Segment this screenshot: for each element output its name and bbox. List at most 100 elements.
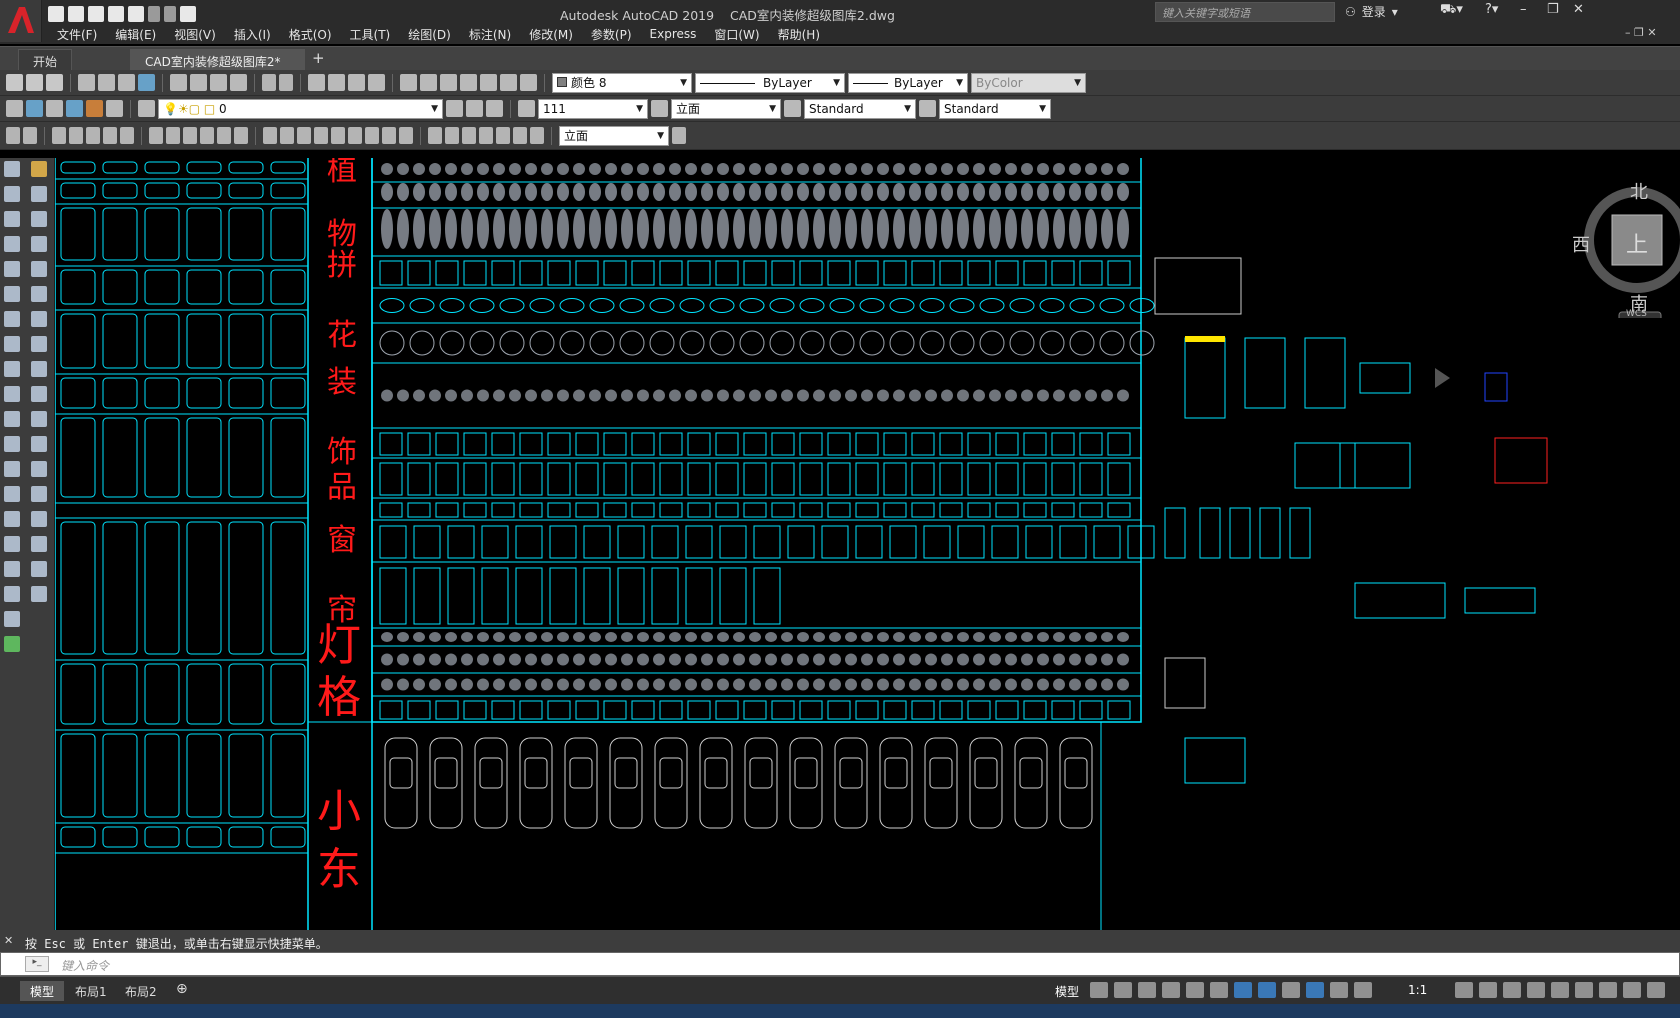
isolate-objects-icon[interactable] bbox=[1575, 982, 1593, 998]
command-line[interactable]: ▸_ 键入命令 bbox=[0, 952, 1680, 976]
restore-button[interactable]: ❐ bbox=[1547, 2, 1559, 17]
object-snap-tracking-icon[interactable] bbox=[1234, 982, 1252, 998]
trim-icon[interactable] bbox=[86, 127, 100, 144]
mirror-object-icon[interactable] bbox=[31, 211, 47, 227]
layer-previous-icon[interactable] bbox=[466, 100, 483, 117]
extend-object-icon[interactable] bbox=[31, 411, 47, 427]
units-icon[interactable] bbox=[1503, 982, 1521, 998]
zoom-window-icon[interactable] bbox=[348, 74, 365, 91]
quick-dim-icon[interactable] bbox=[263, 127, 277, 144]
layer-combo[interactable]: 💡☀▢ □ 0 ▼ bbox=[158, 98, 443, 119]
workspace-icon[interactable] bbox=[180, 6, 196, 22]
join-icon[interactable] bbox=[31, 486, 47, 502]
ellipse-arc-icon[interactable] bbox=[4, 411, 20, 427]
hatch-icon[interactable] bbox=[4, 511, 20, 527]
annotation-monitor-icon[interactable] bbox=[1479, 982, 1497, 998]
sheet-set-icon[interactable] bbox=[460, 74, 477, 91]
tab-layout1[interactable]: 布局1 bbox=[65, 981, 117, 1001]
visual-style-icon[interactable] bbox=[46, 100, 63, 117]
help-icon[interactable] bbox=[520, 74, 537, 91]
point-icon[interactable] bbox=[234, 127, 248, 144]
polygon-icon[interactable] bbox=[4, 236, 20, 252]
car-icon[interactable] bbox=[217, 127, 231, 144]
lineweight-icon[interactable] bbox=[1282, 982, 1300, 998]
preview-icon[interactable] bbox=[98, 74, 115, 91]
publish-icon[interactable] bbox=[118, 74, 135, 91]
rectangle-icon[interactable] bbox=[4, 261, 20, 277]
polar-icon[interactable] bbox=[1186, 982, 1204, 998]
break-icon[interactable] bbox=[120, 127, 134, 144]
tab-start[interactable]: 开始 bbox=[18, 49, 73, 71]
viewcube[interactable]: 北 南 西 东 上 WCS bbox=[1572, 178, 1680, 319]
paste-icon[interactable] bbox=[210, 74, 227, 91]
customize-icon[interactable] bbox=[1647, 982, 1665, 998]
circle-icon[interactable] bbox=[4, 311, 20, 327]
layer-state-icon[interactable] bbox=[486, 100, 503, 117]
tab-model[interactable]: 模型 bbox=[20, 981, 65, 1001]
menu-help[interactable]: 帮助(H) bbox=[769, 26, 829, 43]
gradient-icon[interactable] bbox=[4, 536, 20, 552]
help-icon[interactable]: ?▾ bbox=[1485, 2, 1498, 17]
line-icon[interactable] bbox=[52, 127, 66, 144]
layer-properties-icon[interactable] bbox=[6, 100, 23, 117]
close-button[interactable]: ✕ bbox=[1573, 2, 1584, 17]
chamfer-icon[interactable] bbox=[31, 511, 47, 527]
jog-line-icon[interactable] bbox=[479, 127, 493, 144]
markup-icon[interactable] bbox=[480, 74, 497, 91]
menu-window[interactable]: 窗口(W) bbox=[705, 26, 768, 43]
calculator-icon[interactable] bbox=[500, 74, 517, 91]
dim-style-combo[interactable]: Standard ▼ bbox=[939, 98, 1051, 119]
material-icon[interactable] bbox=[66, 100, 83, 117]
annotation-scale-icon[interactable] bbox=[1354, 982, 1372, 998]
xline-icon[interactable] bbox=[69, 127, 83, 144]
light-icon[interactable] bbox=[86, 100, 103, 117]
insert-block-icon[interactable] bbox=[4, 436, 20, 452]
annotation-scale-value[interactable]: 1:1 bbox=[1408, 983, 1427, 997]
plot-icon[interactable] bbox=[128, 6, 144, 22]
break-at-point-icon[interactable] bbox=[31, 436, 47, 452]
save-as-icon[interactable] bbox=[108, 6, 124, 22]
polyline-icon[interactable] bbox=[4, 211, 20, 227]
ordinate-icon[interactable] bbox=[331, 127, 345, 144]
compass-west[interactable]: 西 bbox=[1572, 231, 1590, 257]
save-icon[interactable] bbox=[46, 74, 63, 91]
cut-icon[interactable] bbox=[170, 74, 187, 91]
layer-manager-icon[interactable] bbox=[138, 100, 155, 117]
properties-icon[interactable] bbox=[400, 74, 417, 91]
grid-icon[interactable] bbox=[1090, 982, 1108, 998]
table-icon[interactable] bbox=[4, 586, 20, 602]
menu-tools[interactable]: 工具(T) bbox=[341, 26, 400, 43]
tab-layout2[interactable]: 布局2 bbox=[115, 981, 167, 1001]
doc-window-controls[interactable]: – ❐ ✕ bbox=[1625, 26, 1657, 39]
snap-mode-icon[interactable] bbox=[1114, 982, 1132, 998]
menu-dimension[interactable]: 标注(N) bbox=[460, 26, 520, 43]
copy-object-icon[interactable] bbox=[31, 186, 47, 202]
center-mark-icon[interactable] bbox=[149, 127, 163, 144]
new-file-icon[interactable] bbox=[48, 6, 64, 22]
view-style-combo[interactable]: 立面 ▼ bbox=[671, 98, 781, 119]
zoom-realtime-icon[interactable] bbox=[328, 74, 345, 91]
inspect-icon[interactable] bbox=[462, 127, 476, 144]
mirror-icon[interactable] bbox=[200, 127, 214, 144]
viewcube-top-face[interactable]: 上 bbox=[1626, 227, 1648, 259]
open-file-icon[interactable] bbox=[68, 6, 84, 22]
clean-screen-icon[interactable] bbox=[1623, 982, 1641, 998]
scale-icon[interactable] bbox=[31, 336, 47, 352]
spline-icon[interactable] bbox=[4, 361, 20, 377]
object-snap-icon[interactable] bbox=[1258, 982, 1276, 998]
menu-view[interactable]: 视图(V) bbox=[165, 26, 225, 43]
hardware-accel-icon[interactable] bbox=[1599, 982, 1617, 998]
workspace-gear-icon[interactable] bbox=[1455, 982, 1473, 998]
aligned-dim-icon[interactable] bbox=[23, 127, 37, 144]
lineweight-combo[interactable]: ByLayer ▼ bbox=[848, 72, 968, 93]
new-tab-button[interactable]: + bbox=[312, 49, 325, 67]
drawing-canvas[interactable]: 植 物 拼 花 装 饰 品 窗 帘 灯 格 小 东 bbox=[55, 158, 1680, 930]
pan-icon[interactable] bbox=[308, 74, 325, 91]
table-style-icon[interactable] bbox=[784, 100, 801, 117]
explode-icon[interactable] bbox=[31, 586, 47, 602]
arc-icon[interactable] bbox=[4, 286, 20, 302]
print-icon[interactable] bbox=[78, 74, 95, 91]
design-center-icon[interactable] bbox=[420, 74, 437, 91]
rotate-object-icon[interactable] bbox=[31, 311, 47, 327]
match-properties-icon[interactable] bbox=[230, 74, 247, 91]
